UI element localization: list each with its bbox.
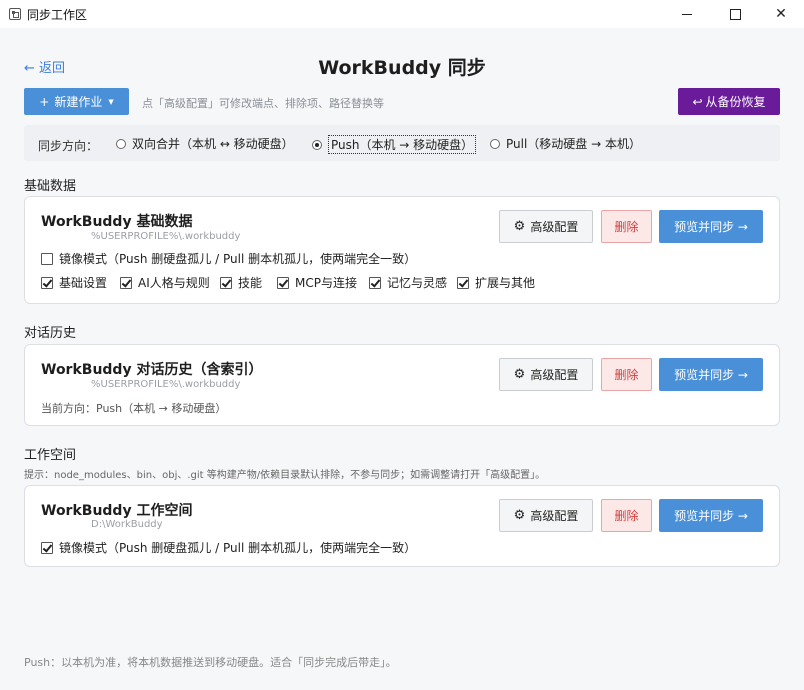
checkbox-label: MCP与连接 [295,276,357,290]
checkbox-checked-icon [220,276,232,289]
delete-button[interactable]: 删除 [601,210,652,243]
advanced-label: 高级配置 [530,220,579,234]
radio-push[interactable]: Push（本机 → 移动硬盘） [312,135,477,154]
delete-button[interactable]: 删除 [601,499,652,532]
minimize-button[interactable] [664,0,710,28]
app-icon [9,8,21,20]
preview-sync-button[interactable]: 预览并同步 → [659,358,763,391]
close-button[interactable]: ✕ [758,0,804,28]
mirror-mode-checkbox[interactable]: 镜像模式（Push 删硬盘孤儿 / Pull 删本机孤儿，使两端完全一致） [41,539,416,556]
title-bar: 同步工作区 ✕ [0,0,804,28]
new-job-button[interactable]: + 新建作业 ▼ [24,88,129,115]
workspace-tip: 提示：node_modules、bin、obj、.git 等构建产物/依赖目录默… [24,470,546,481]
plus-icon: + [39,94,50,109]
card-title: WorkBuddy 工作空间 [41,503,193,519]
new-job-label: 新建作业 [54,95,103,109]
direction-bar: 同步方向： 双向合并（本机 ↔ 移动硬盘） Push（本机 → 移动硬盘） Pu… [24,125,780,161]
card-history: WorkBuddy 对话历史（含索引） %USERPROFILE%\.workb… [24,344,780,426]
checkbox-label: 镜像模式（Push 删硬盘孤儿 / Pull 删本机孤儿，使两端完全一致） [59,252,417,266]
checkbox-checked-icon [120,276,132,289]
checkbox-mcp[interactable]: MCP与连接 [277,274,357,291]
maximize-icon [729,8,741,20]
checkbox-icon [41,252,53,265]
radio-label: Push（本机 → 移动硬盘） [328,135,477,154]
current-direction-note: 当前方向：Push（本机 → 移动硬盘） [41,402,227,415]
maximize-button[interactable] [712,0,758,28]
radio-label: Pull（移动硬盘 → 本机） [506,137,641,151]
mirror-mode-checkbox[interactable]: 镜像模式（Push 删硬盘孤儿 / Pull 删本机孤儿，使两端完全一致） [41,250,416,267]
advanced-config-button[interactable]: ⚙ 高级配置 [499,210,593,243]
checkbox-label: 扩展与其他 [475,276,536,290]
card-basic: WorkBuddy 基础数据 %USERPROFILE%\.workbuddy … [24,196,780,304]
restore-backup-button[interactable]: ↩ 从备份恢复 [678,88,780,115]
close-icon: ✕ [775,6,787,22]
checkbox-basic-settings[interactable]: 基础设置 [41,274,107,291]
section-heading-history: 对话历史 [24,326,77,341]
radio-icon [116,138,126,149]
gear-icon: ⚙ [513,219,526,234]
card-workspace: WorkBuddy 工作空间 D:\WorkBuddy ⚙ 高级配置 删除 预览… [24,485,780,567]
card-path: %USERPROFILE%\.workbuddy [91,231,241,242]
chevron-down-icon: ▼ [108,97,114,106]
card-path: %USERPROFILE%\.workbuddy [91,379,241,390]
gear-icon: ⚙ [513,508,526,523]
card-path: D:\WorkBuddy [91,519,163,530]
gear-icon: ⚙ [513,367,526,382]
advanced-config-button[interactable]: ⚙ 高级配置 [499,499,593,532]
window-title: 同步工作区 [27,7,88,22]
toolbar-hint: 点「高级配置」可修改端点、排除项、路径替换等 [142,97,384,110]
checkbox-label: AI人格与规则 [138,276,210,290]
page-title: WorkBuddy 同步 [318,57,486,79]
section-heading-workspace: 工作空间 [24,448,77,463]
checkbox-ai-persona[interactable]: AI人格与规则 [120,274,210,291]
section-heading-basic: 基础数据 [24,179,77,194]
checkbox-label: 记忆与灵感 [387,276,448,290]
checkbox-label: 基础设置 [59,276,108,290]
radio-selected-icon [312,139,322,150]
restore-label: 从备份恢复 [705,95,766,109]
checkbox-label: 技能 [238,276,263,290]
radio-pull[interactable]: Pull（移动硬盘 → 本机） [490,135,641,152]
checkbox-skills[interactable]: 技能 [220,274,262,291]
delete-button[interactable]: 删除 [601,358,652,391]
card-title: WorkBuddy 对话历史（含索引） [41,362,263,378]
undo-icon: ↩ [692,94,703,109]
minimize-icon [682,13,692,15]
checkbox-checked-icon [41,276,53,289]
checkbox-checked-icon [277,276,289,289]
radio-icon [490,138,500,149]
footer-description: Push：以本机为准，将本机数据推送到移动硬盘。适合「同步完成后带走」。 [24,656,397,669]
radio-bidirectional[interactable]: 双向合并（本机 ↔ 移动硬盘） [116,135,294,152]
checkbox-checked-icon [369,276,381,289]
preview-sync-button[interactable]: 预览并同步 → [659,499,763,532]
card-title: WorkBuddy 基础数据 [41,214,193,230]
checkbox-checked-icon [457,276,469,289]
direction-label: 同步方向： [38,139,99,153]
checkbox-checked-icon [41,541,53,554]
checkbox-label: 镜像模式（Push 删硬盘孤儿 / Pull 删本机孤儿，使两端完全一致） [59,541,417,555]
advanced-label: 高级配置 [530,368,579,382]
checkbox-extensions[interactable]: 扩展与其他 [457,274,535,291]
radio-label: 双向合并（本机 ↔ 移动硬盘） [132,137,294,151]
preview-sync-button[interactable]: 预览并同步 → [659,210,763,243]
advanced-config-button[interactable]: ⚙ 高级配置 [499,358,593,391]
advanced-label: 高级配置 [530,509,579,523]
checkbox-memory[interactable]: 记忆与灵感 [369,274,447,291]
